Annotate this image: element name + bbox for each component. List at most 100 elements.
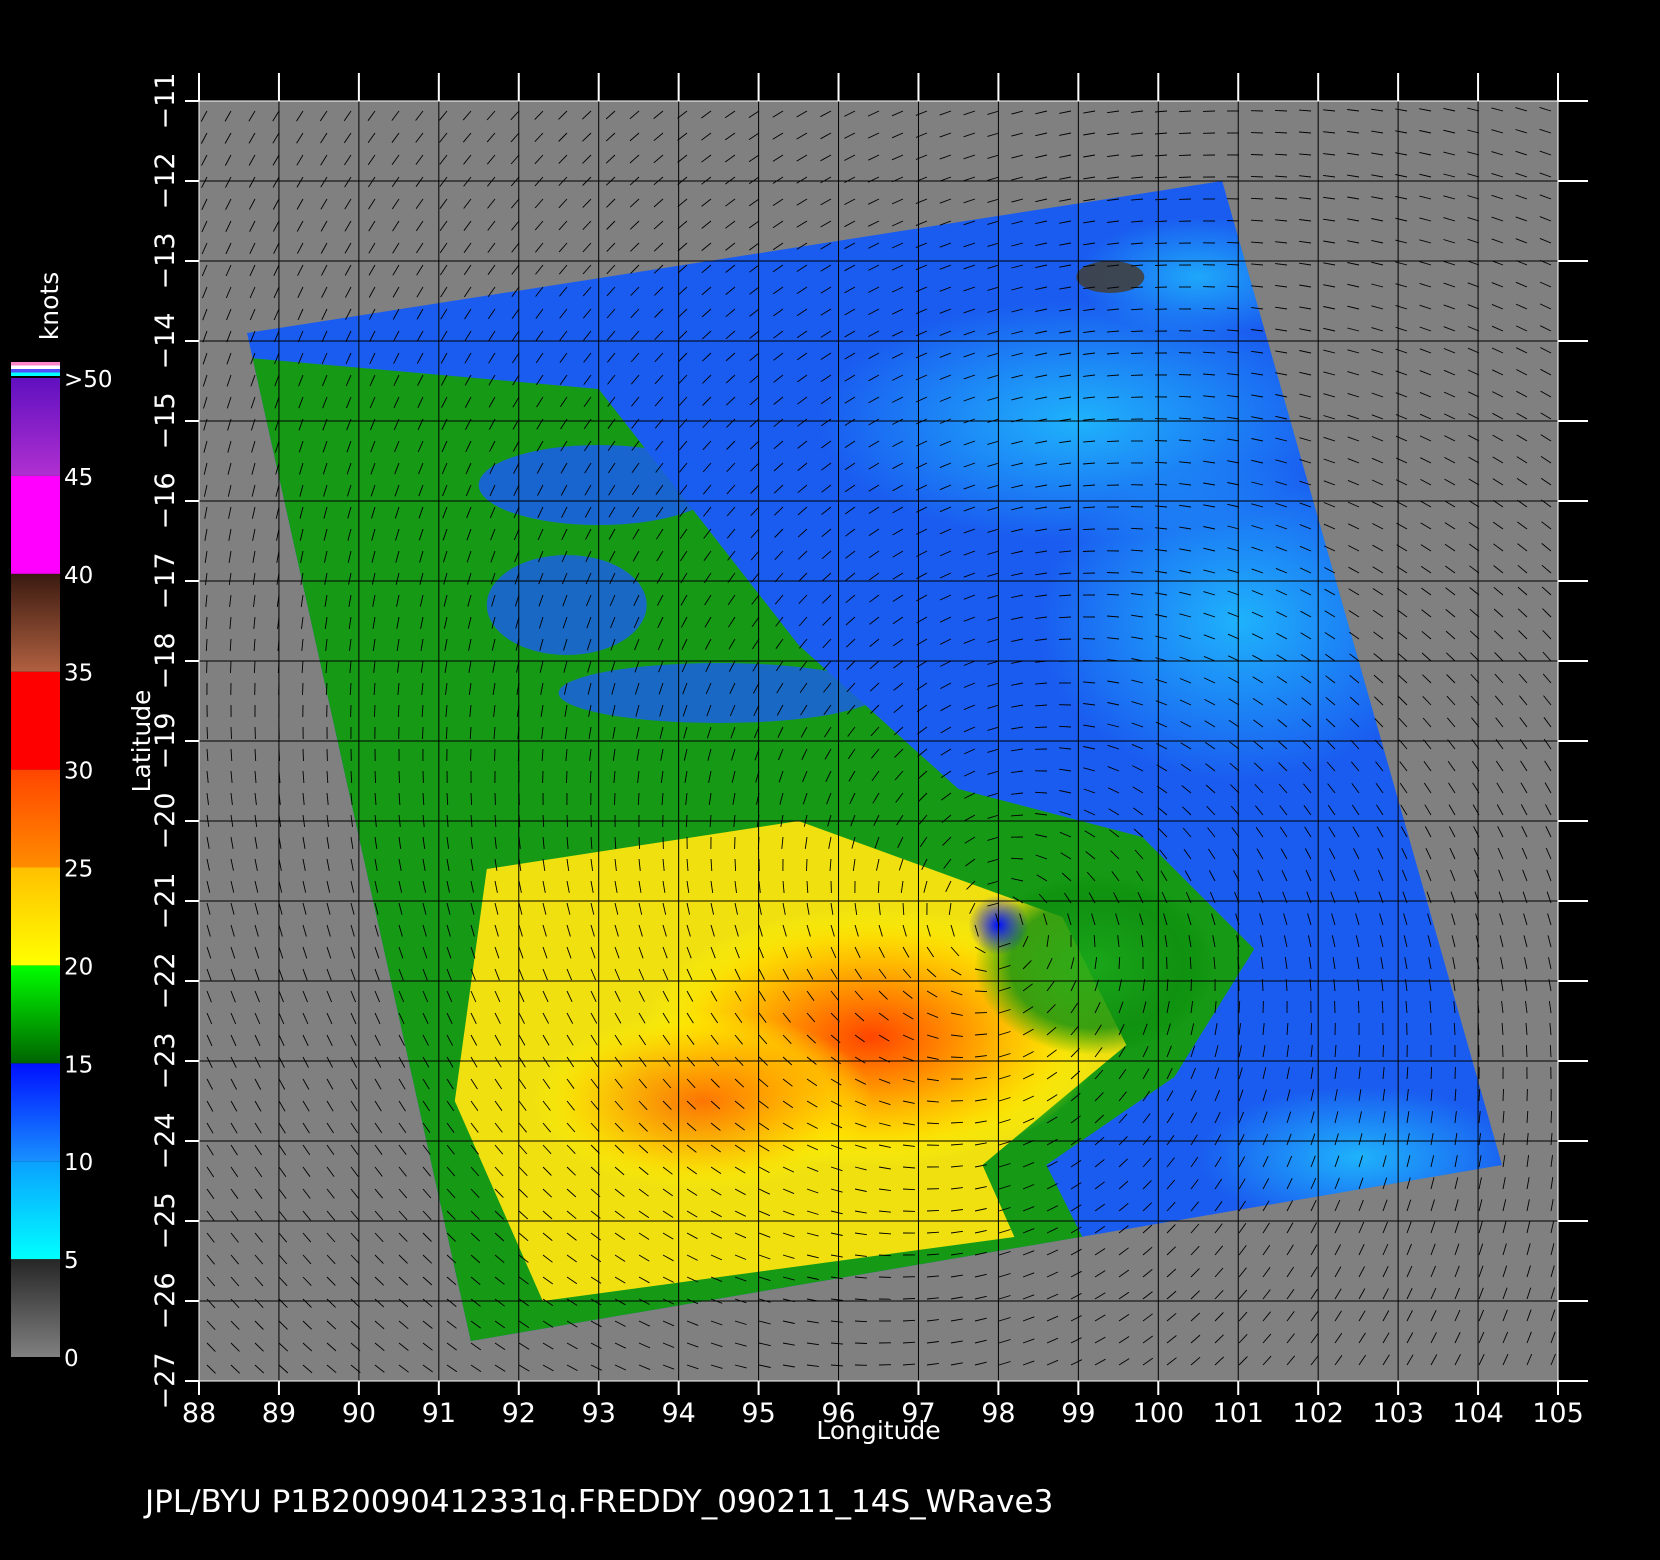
y-tick-label: −13 [150,233,181,290]
wind-barb [806,858,808,872]
colorbar-bin [11,671,60,770]
wind-barb [302,682,304,696]
x-tick-label: 104 [1452,1398,1504,1429]
colorbar-tick-label: >50 [64,367,113,393]
x-tick-label: 94 [661,1398,695,1429]
y-tick-label: −22 [150,953,181,1010]
colorbar-overflow-stripe [11,369,60,373]
wind-barb [1178,176,1192,178]
colorbar-tick-label: 30 [64,759,93,785]
wind-barb [1178,154,1192,157]
x-tick-label: 93 [582,1398,616,1429]
y-tick-label: −12 [150,153,181,210]
wind-barb [1310,1022,1313,1036]
wind-barb [566,814,568,828]
x-tick-label: 91 [422,1398,456,1429]
y-tick-label: −20 [150,793,181,850]
x-axis-title: Longitude [816,1416,940,1445]
colorbar-tick-label: 20 [64,954,93,980]
x-tick-label: 102 [1292,1398,1344,1429]
wind-barb [1226,241,1240,244]
y-tick-label: −11 [150,73,181,130]
wind-barb [1154,440,1168,442]
colorbar-bin [11,573,60,672]
colorbar-bin [11,1161,60,1260]
y-tick-label: −15 [150,393,181,450]
wind-barb [1430,1022,1432,1036]
y-tick-label: −25 [150,1193,181,1250]
y-tick-label: −16 [150,473,181,530]
figure-caption: JPL/BYU P1B20090412331q.FREDDY_090211_14… [143,1484,1053,1520]
colorbar-bin [11,1063,60,1162]
wind-barb [1274,109,1288,112]
x-tick-label: 105 [1532,1398,1584,1429]
y-tick-label: −27 [150,1353,181,1410]
wind-barb [1250,175,1264,178]
x-tick-label: 100 [1133,1398,1185,1429]
wind-barb [206,726,209,740]
x-tick-label: 98 [981,1398,1015,1429]
wind-barb [1082,550,1096,552]
x-tick-label: 90 [342,1398,376,1429]
wind-barb [422,726,424,740]
colorbar-bin [11,867,60,966]
wind-barb [734,858,737,872]
y-tick-label: −23 [150,1033,181,1090]
wind-barb [230,660,232,674]
wind-barb [950,1056,964,1059]
colorbar-overflow-stripe [11,372,60,376]
colorbar-bin [11,1259,60,1357]
wind-barb [373,704,376,718]
colorbar-tick-label: 25 [64,857,93,883]
x-tick-label: 95 [741,1398,775,1429]
wind-barb [1130,330,1144,333]
wind-barb [445,726,448,740]
wind-barb [565,770,568,784]
wind-barb [1190,978,1192,992]
colorbar-tick-label: 15 [64,1052,93,1078]
x-tick-label: 89 [262,1398,296,1429]
wind-barb [470,792,473,806]
colorbar-tick-label: 10 [64,1150,93,1176]
wind-barb [1430,1066,1433,1080]
x-tick-label: 101 [1212,1398,1264,1429]
colorbar-bin [11,475,60,574]
x-tick-label: 103 [1372,1398,1424,1429]
colorbar-overflow-stripe [11,362,60,366]
wind-barb [398,770,400,784]
wind-barb [1550,1110,1553,1124]
y-tick-label: −21 [150,873,181,930]
wind-barb [1525,1044,1528,1058]
wind-barb [614,792,616,806]
wind-barb [926,1209,940,1212]
y-tick-label: −24 [150,1113,181,1170]
plot-area [199,101,1558,1381]
colorbar-tick-label: 45 [64,465,93,491]
wind-barb [638,836,641,850]
wind-barb [1106,440,1120,443]
wind-barb [1202,307,1216,310]
y-tick-label: −26 [150,1273,181,1330]
wind-barb [1250,154,1264,156]
colorbar: 0 5 10 15 20 25 30 35 40 45 >50 [11,362,113,1372]
wind-barb [1058,638,1072,640]
wind-barb [1106,572,1120,574]
wind-barb [253,660,256,674]
colorbar-bin [11,769,60,868]
wind-barb [1261,978,1264,992]
wind-barb [230,726,232,740]
colorbar-tick-label: 0 [64,1346,79,1372]
colorbar-tick-label: 40 [64,563,93,589]
y-tick-label: −17 [150,553,181,610]
wind-barb [1178,374,1192,376]
wind-barb [1082,528,1096,531]
colorbar-tick-label: 35 [64,661,93,687]
wind-barb [902,1298,916,1300]
wind-barb [1130,352,1144,354]
colorbar-tick-label: 5 [64,1248,79,1274]
y-tick-label: −18 [150,633,181,690]
colorbar-bin [11,378,60,476]
wind-barb [1382,1044,1384,1058]
colorbar-bin [11,965,60,1064]
low-wind-patch [558,663,879,723]
